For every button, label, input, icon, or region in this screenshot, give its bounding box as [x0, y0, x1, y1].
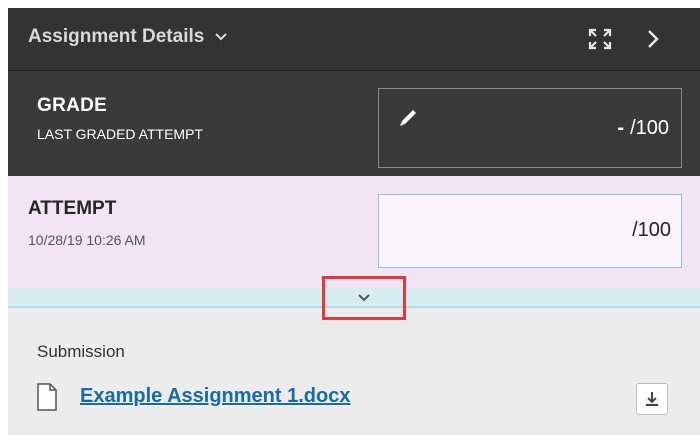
grade-label: GRADE [37, 95, 108, 116]
download-button[interactable] [636, 383, 668, 415]
assignment-details-menu[interactable]: Assignment Details [28, 26, 228, 48]
chevron-right-icon [648, 30, 659, 48]
last-graded-attempt-label: LAST GRADED ATTEMPT [37, 126, 203, 142]
pencil-icon[interactable] [397, 107, 419, 129]
grade-dash: - [617, 117, 625, 139]
grade-field[interactable]: -/100 [378, 88, 682, 168]
grade-section: GRADE LAST GRADED ATTEMPT -/100 [8, 71, 700, 176]
assignment-details-panel: Assignment Details GRADE LAST GRADED ATT… [8, 8, 700, 435]
attempt-section: ATTEMPT 10/28/19 10:26 AM /100 [8, 176, 700, 288]
grade-value: -/100 [617, 117, 669, 140]
panel-header: Assignment Details [8, 8, 700, 71]
submission-file-link[interactable]: Example Assignment 1.docx [80, 385, 350, 408]
download-icon [646, 392, 658, 406]
attempt-label: ATTEMPT [28, 198, 117, 219]
submission-label: Submission [37, 342, 125, 361]
document-icon [37, 383, 57, 411]
chevron-down-icon [215, 33, 228, 41]
attempt-max: /100 [632, 219, 671, 241]
chevron-down-icon [358, 294, 370, 302]
next-button[interactable] [638, 24, 668, 54]
expand-button[interactable] [582, 24, 618, 54]
grade-max: /100 [630, 117, 669, 139]
expand-icon [588, 28, 612, 50]
panel-title: Assignment Details [28, 26, 205, 47]
expand-attempt-toggle[interactable] [322, 276, 406, 320]
attempt-date: 10/28/19 10:26 AM [28, 232, 146, 248]
attempt-grade-input[interactable]: /100 [378, 194, 682, 268]
